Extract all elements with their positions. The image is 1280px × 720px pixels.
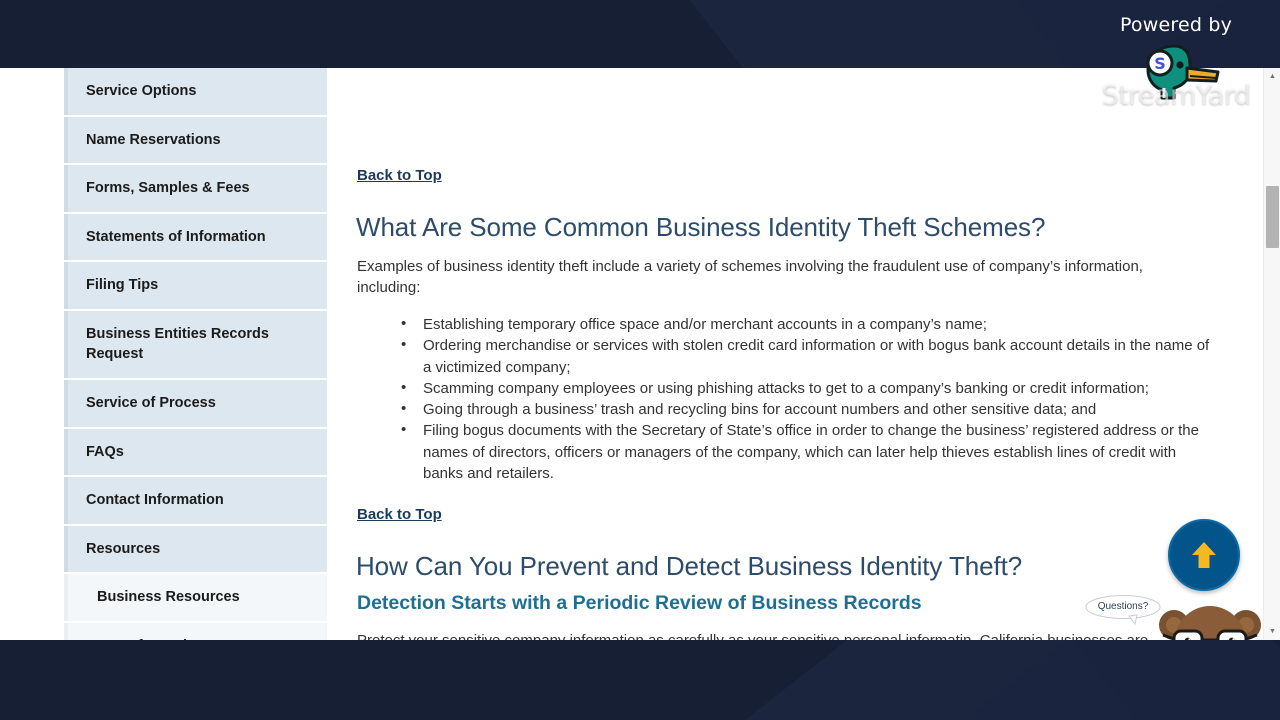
sidebar-item-label: FAQs <box>86 443 124 460</box>
page-scrollbar[interactable]: ▲ ▼ <box>1263 68 1280 640</box>
bullet-item: Filing bogus documents with the Secretar… <box>401 419 1211 484</box>
sidebar-item-label: Filing Tips <box>86 277 159 294</box>
sidebar-item-tax-information[interactable]: Tax Information <box>64 620 327 640</box>
caret-up-icon[interactable]: ▲ <box>1264 68 1280 85</box>
screen: Service Options Name Reservations Forms, S… <box>0 0 1280 720</box>
section-heading-prevent: How Can You Prevent and Detect Business … <box>356 551 1023 581</box>
sidebar-item-service-of-process[interactable]: Service of Process <box>64 378 327 427</box>
bullet-item: Going through a business’ trash and recy… <box>401 398 1211 420</box>
sidebar-item-faqs[interactable]: FAQs <box>64 426 327 476</box>
back-to-top-link-1[interactable]: Back to Top <box>357 167 442 184</box>
browser-viewport: Service Options Name Reservations Forms, S… <box>0 68 1280 640</box>
chat-speech-bubble[interactable]: Questions? <box>1085 595 1161 626</box>
chat-bubble-label: Questions? <box>1097 601 1149 612</box>
back-to-top-link-2[interactable]: Back to Top <box>357 506 442 523</box>
sidebar-item-forms-samples-fees[interactable]: Forms, Samples & Fees <box>64 163 327 212</box>
stream-bottom-bar <box>0 640 1280 720</box>
page-left-margin <box>0 68 64 640</box>
scrollbar-thumb[interactable] <box>1266 186 1279 248</box>
sidebar-item-label: Service Options <box>86 83 197 99</box>
sidebar-item-contact-information[interactable]: Contact Information <box>64 475 327 524</box>
bear-mascot-icon <box>1159 606 1261 640</box>
sidebar-item-label: Statements of Information <box>86 228 266 245</box>
sidebar-item-business-entities-records-request[interactable]: Business Entities Records Request <box>64 308 327 379</box>
arrow-up-icon <box>1189 539 1219 571</box>
intro-paragraph: Examples of business identity theft incl… <box>357 258 1143 297</box>
bullet-item: Ordering merchandise or services with st… <box>401 334 1211 378</box>
schemes-bullet-list: Establishing temporary office space and/… <box>401 313 1211 484</box>
sidebar-item-filing-tips[interactable]: Filing Tips <box>64 260 327 309</box>
sidebar-item-business-resources[interactable]: Business Resources <box>64 572 327 621</box>
sidebar-item-label: Contact Information <box>86 492 224 509</box>
scroll-to-top-button[interactable] <box>1168 519 1240 591</box>
section-heading-schemes: What Are Some Common Business Identity T… <box>356 212 1046 242</box>
chat-bear-mascot[interactable] <box>1150 595 1270 640</box>
sidebar-navigation: Service Options Name Reservations Forms, S… <box>64 68 327 640</box>
sidebar-item-service-options[interactable]: Service Options <box>64 68 327 115</box>
sidebar-item-label: Resources <box>86 540 161 557</box>
sidebar-item-label: Forms, Samples & Fees <box>86 180 250 197</box>
subsection-heading-detection: Detection Starts with a Periodic Review … <box>357 592 922 614</box>
caret-down-icon[interactable]: ▼ <box>1264 623 1280 640</box>
detection-paragraph: Protect your sensitive company informati… <box>357 630 1157 640</box>
sidebar-item-resources[interactable]: Resources <box>64 523 327 573</box>
sidebar-item-name-reservations[interactable]: Name Reservations <box>64 114 327 164</box>
sidebar-item-label: Business Resources <box>97 589 240 606</box>
bullet-item: Scamming company employees or using phis… <box>401 377 1211 399</box>
sidebar-item-label: Service of Process <box>86 395 216 412</box>
sidebar-item-label: Name Reservations <box>86 131 221 148</box>
stream-top-bar <box>0 0 1280 68</box>
sidebar-item-label: Business Entities Records Request <box>86 325 269 363</box>
bullet-item: Establishing temporary office space and/… <box>401 313 1211 335</box>
sidebar-item-statements-of-information[interactable]: Statements of Information <box>64 211 327 261</box>
